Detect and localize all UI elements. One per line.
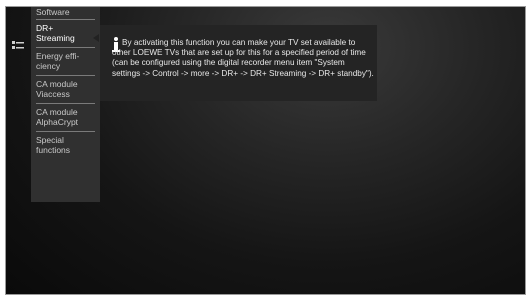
menu-separator xyxy=(36,47,95,48)
menu-separator xyxy=(36,103,95,104)
menu-item-ca-module-alphacrypt[interactable]: CA module AlphaCrypt xyxy=(36,107,95,127)
info-panel: By activating this function you can make… xyxy=(100,25,377,101)
menu-item-dr-streaming[interactable]: DR+ Streaming xyxy=(36,23,95,43)
menu-list-icon xyxy=(12,41,24,49)
menu-separator xyxy=(36,19,95,20)
tv-screen: Software DR+ Streaming Energy effi- cien… xyxy=(5,6,526,295)
side-menu: Software DR+ Streaming Energy effi- cien… xyxy=(31,7,100,202)
menu-separator xyxy=(36,131,95,132)
info-text: By activating this function you can make… xyxy=(112,38,374,78)
menu-item-ca-module-viaccess[interactable]: CA module Viaccess xyxy=(36,79,95,99)
menu-item-special-functions[interactable]: Special functions xyxy=(36,135,95,155)
menu-item-energy-efficiency[interactable]: Energy effi- ciency xyxy=(36,51,95,71)
menu-item-software[interactable]: Software xyxy=(36,7,95,17)
menu-separator xyxy=(36,75,95,76)
tooltip-pointer xyxy=(93,34,99,42)
